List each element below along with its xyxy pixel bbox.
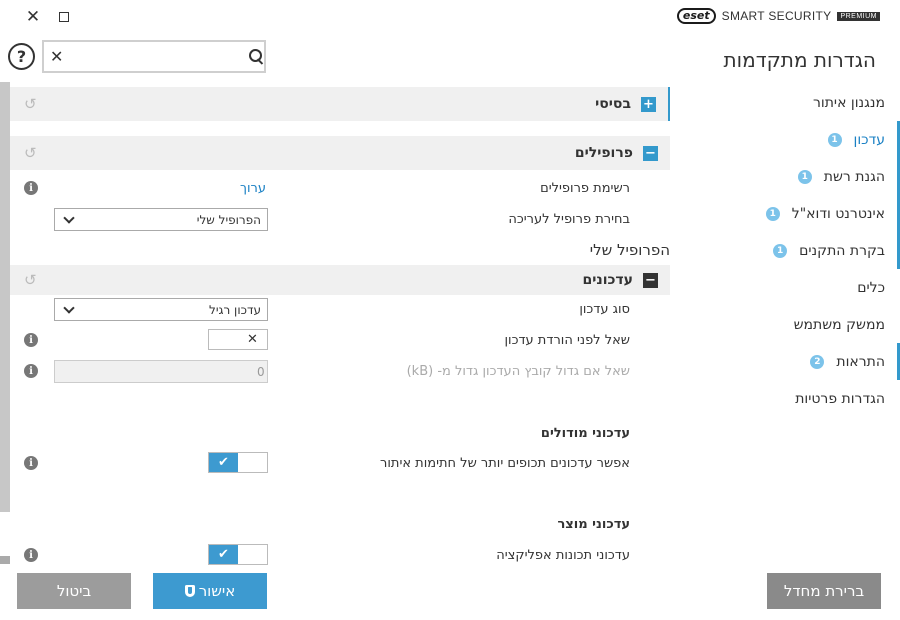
sidebar-item-update[interactable]: עדכון 1 [670,121,900,158]
sidebar-item-network-protection[interactable]: הגנת רשת 1 [670,158,900,195]
notification-badge: 1 [765,206,780,221]
sidebar-item-detection-engine[interactable]: מנגנון איתור [670,84,900,121]
section-title: עדכונים [582,272,633,288]
edit-profiles-link[interactable]: ערוך [240,181,266,196]
app-feature-updates-toggle[interactable]: ✔ [208,544,268,565]
info-icon[interactable]: i [24,333,38,347]
clear-search-icon[interactable]: ✕ [50,47,63,66]
close-window-button[interactable]: ✕ [22,6,44,28]
collapse-icon[interactable]: − [643,145,658,161]
sidebar-item-notifications[interactable]: התראות 2 [670,343,900,380]
app-feature-updates-label: עדכוני תכונות אפליקציה [496,548,630,563]
search-icon[interactable] [249,48,262,65]
notification-badge: 2 [810,354,825,369]
notification-badge: 1 [827,132,842,147]
sidebar-item-tools[interactable]: כלים [670,269,900,306]
profile-list-label: רשימת פרופילים [540,181,630,196]
section-title: בסיסי [595,96,631,112]
close-icon: ✕ [25,7,41,27]
profile-select[interactable]: הפרופיל שלי [54,208,268,231]
section-title: פרופילים [574,145,633,161]
update-type-label: סוג עדכון [579,302,630,317]
revert-icon[interactable]: ↺ [24,271,37,289]
default-button[interactable]: ברירת מחדל [767,573,881,609]
shield-icon [184,585,195,597]
expand-icon[interactable]: + [641,96,656,112]
frequent-updates-label: אפשר עדכונים תכופים יותר של חתימות איתור [380,456,630,471]
sidebar-item-privacy-settings[interactable]: הגדרות פרטיות [670,380,900,417]
update-size-label: שאל אם גדול קובץ העדכון גדול מ- (kB) [406,364,630,379]
notification-badge: 1 [797,169,812,184]
update-type-value: עדכון רגיל [209,302,261,317]
edition-badge: PREMIUM [837,11,880,21]
revert-icon[interactable]: ↺ [24,144,37,162]
check-icon: ✔ [209,545,238,564]
maximize-icon [59,12,69,22]
page-title: הגדרות מתקדמות [723,48,876,72]
cancel-button[interactable]: ביטול [17,573,131,609]
section-basic-header[interactable]: ↺ + בסיסי [10,87,670,121]
chevron-down-icon [63,211,75,224]
collapse-icon[interactable]: − [643,272,658,288]
product-name: SMART SECURITY [721,9,832,23]
help-icon: ? [16,47,27,66]
section-profiles-header[interactable]: ↺ − פרופילים [10,136,670,170]
info-icon[interactable]: i [24,548,38,562]
profile-select-label: בחירת פרופיל לעריכה [508,212,630,227]
chevron-down-icon [63,301,75,314]
scrollbar-thumb[interactable] [0,82,10,512]
revert-icon[interactable]: ↺ [24,95,37,113]
help-button[interactable]: ? [8,43,35,70]
settings-sidebar: הגדרות מתקדמות מנגנון איתור עדכון 1 הגנת … [670,40,900,560]
search-box: ✕ [42,40,266,73]
product-updates-title: עדכוני מוצר [557,517,630,532]
scrollbar-end[interactable] [0,556,10,564]
current-profile-title: הפרופיל שלי [589,241,670,259]
check-icon: ✔ [209,453,238,472]
frequent-updates-toggle[interactable]: ✔ [208,452,268,473]
sidebar-item-user-interface[interactable]: ממשק משתמש [670,306,900,343]
eset-logo: eset [676,8,716,24]
maximize-window-button[interactable] [53,6,75,28]
update-size-field[interactable] [54,360,268,383]
ask-before-download-toggle[interactable]: ✕ [208,329,268,350]
sidebar-item-device-control[interactable]: בקרת התקנים 1 [670,232,900,269]
search-input[interactable] [71,49,242,64]
notification-badge: 1 [773,243,788,258]
ok-button[interactable]: אישור [153,573,267,609]
x-icon: ✕ [247,332,258,347]
sidebar-item-web-email[interactable]: אינטרנט ודוא"ל 1 [670,195,900,232]
settings-nav: מנגנון איתור עדכון 1 הגנת רשת 1 אינטרנט וד… [670,84,900,417]
section-updates-header[interactable]: ↺ − עדכונים [10,265,670,295]
info-icon[interactable]: i [24,364,38,378]
brand-header: eset SMART SECURITY PREMIUM [676,8,880,24]
ask-before-download-label: שאל לפני הורדת עדכון [504,333,630,348]
module-updates-title: עדכוני מודולים [540,426,630,441]
profile-select-value: הפרופיל שלי [196,212,261,227]
update-type-select[interactable]: עדכון רגיל [54,298,268,321]
update-size-input[interactable] [257,364,267,379]
info-icon[interactable]: i [24,181,38,195]
info-icon[interactable]: i [24,456,38,470]
